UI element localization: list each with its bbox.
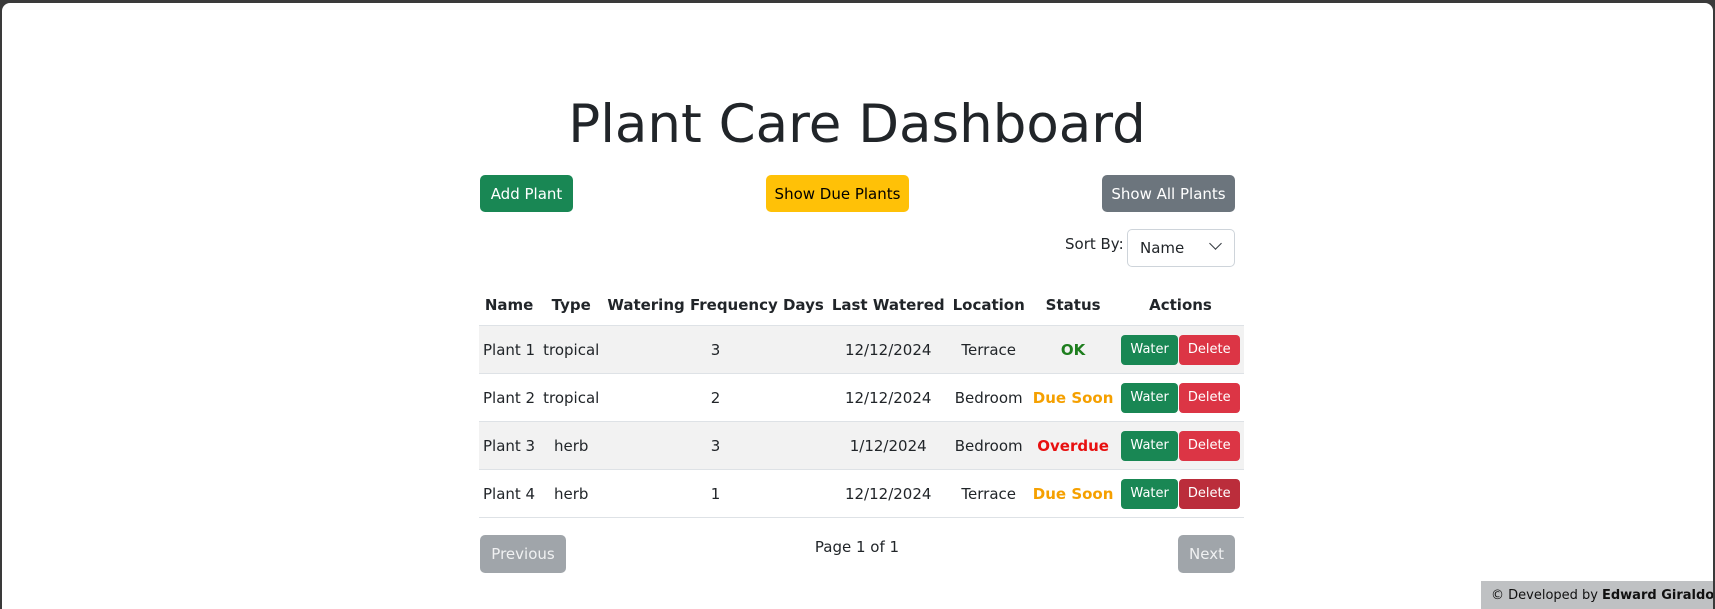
column-header-last-watered: Last Watered: [827, 285, 949, 326]
plant-type-cell: tropical: [539, 373, 604, 422]
last-watered-cell: 12/12/2024: [827, 469, 949, 518]
plant-name-cell: Plant 2: [479, 373, 540, 422]
location-cell: Bedroom: [948, 373, 1029, 422]
actions-cell: Water Delete: [1117, 373, 1244, 422]
status-cell: Overdue: [1028, 421, 1118, 470]
actions-cell: Water Delete: [1117, 469, 1244, 518]
page-indicator: Page 1 of 1: [814, 538, 900, 556]
location-cell: Terrace: [948, 325, 1029, 374]
page-title: Plant Care Dashboard: [568, 94, 1146, 155]
delete-button[interactable]: Delete: [1178, 478, 1240, 509]
footer-credit: © Developed by Edward Giraldo: [1481, 581, 1713, 609]
water-button[interactable]: Water: [1121, 334, 1178, 365]
column-header-location: Location: [948, 285, 1029, 326]
actions-cell: Water Delete: [1117, 421, 1244, 470]
status-cell: OK: [1028, 325, 1118, 374]
column-header-type: Type: [539, 285, 604, 326]
last-watered-cell: 1/12/2024: [827, 421, 949, 470]
table-row: Plant 3 herb 3 1/12/2024 Bedroom Overdue…: [479, 421, 1244, 470]
sort-by-selected-value: Name: [1140, 239, 1185, 257]
location-cell: Terrace: [948, 469, 1029, 518]
plant-type-cell: tropical: [539, 325, 604, 374]
chevron-down-icon: [1209, 237, 1222, 250]
column-header-actions: Actions: [1117, 285, 1244, 326]
actions-cell: Water Delete: [1117, 325, 1244, 374]
plants-table: Name Type Watering Frequency Days Last W…: [479, 285, 1244, 518]
delete-button[interactable]: Delete: [1178, 382, 1240, 413]
watering-frequency-cell: 3: [603, 325, 828, 374]
sort-by-label: Sort By:: [1065, 235, 1124, 253]
plant-name-cell: Plant 1: [479, 325, 540, 374]
sort-by-select[interactable]: Name: [1127, 229, 1235, 267]
table-row: Plant 4 herb 1 12/12/2024 Terrace Due So…: [479, 469, 1244, 518]
plant-name-cell: Plant 4: [479, 469, 540, 518]
status-cell: Due Soon: [1028, 373, 1118, 422]
app-window: Plant Care Dashboard Add Plant Show Due …: [2, 3, 1713, 609]
show-due-plants-button[interactable]: Show Due Plants: [766, 175, 909, 212]
last-watered-cell: 12/12/2024: [827, 373, 949, 422]
location-cell: Bedroom: [948, 421, 1029, 470]
watering-frequency-cell: 3: [603, 421, 828, 470]
table-row: Plant 2 tropical 2 12/12/2024 Bedroom Du…: [479, 373, 1244, 422]
add-plant-button[interactable]: Add Plant: [480, 175, 573, 212]
water-button[interactable]: Water: [1121, 478, 1178, 509]
show-all-plants-button[interactable]: Show All Plants: [1102, 175, 1235, 212]
next-page-button[interactable]: Next: [1178, 535, 1235, 573]
footer-prefix: © Developed by: [1491, 587, 1598, 603]
plant-name-cell: Plant 3: [479, 421, 540, 470]
column-header-status: Status: [1028, 285, 1118, 326]
plant-type-cell: herb: [539, 421, 604, 470]
watering-frequency-cell: 1: [603, 469, 828, 518]
status-cell: Due Soon: [1028, 469, 1118, 518]
column-header-watering-frequency: Watering Frequency Days: [603, 285, 828, 326]
water-button[interactable]: Water: [1121, 382, 1178, 413]
table-row: Plant 1 tropical 3 12/12/2024 Terrace OK…: [479, 325, 1244, 374]
delete-button[interactable]: Delete: [1178, 334, 1240, 365]
table-header-row: Name Type Watering Frequency Days Last W…: [479, 285, 1244, 326]
watering-frequency-cell: 2: [603, 373, 828, 422]
plant-type-cell: herb: [539, 469, 604, 518]
column-header-name: Name: [479, 285, 540, 326]
delete-button[interactable]: Delete: [1178, 430, 1240, 461]
footer-author: Edward Giraldo: [1601, 587, 1713, 603]
last-watered-cell: 12/12/2024: [827, 325, 949, 374]
water-button[interactable]: Water: [1121, 430, 1178, 461]
